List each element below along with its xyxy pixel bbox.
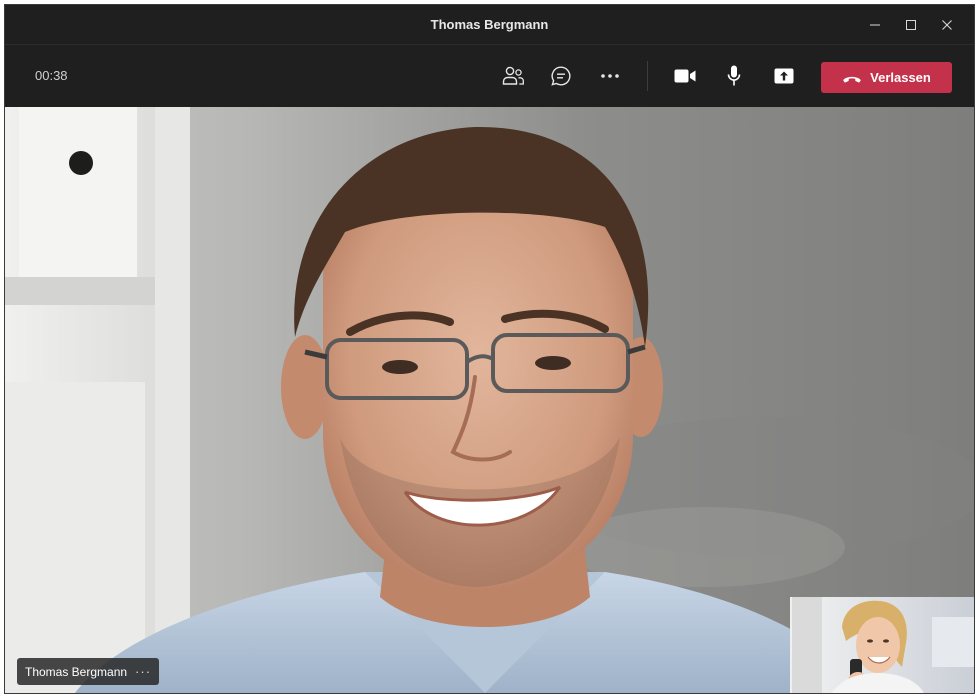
share-screen-icon bbox=[774, 68, 794, 84]
window-title: Thomas Bergmann bbox=[430, 17, 549, 32]
main-video-feed: Thomas Bergmann ··· bbox=[5, 107, 974, 693]
participant-name-tag: Thomas Bergmann ··· bbox=[17, 658, 160, 685]
close-button[interactable] bbox=[932, 11, 962, 39]
video-camera-icon bbox=[674, 69, 696, 83]
minimize-button[interactable] bbox=[860, 11, 890, 39]
people-icon bbox=[502, 66, 524, 85]
title-bar: Thomas Bergmann bbox=[5, 5, 974, 45]
leave-call-button[interactable]: Verlassen bbox=[821, 62, 952, 93]
maximize-button[interactable] bbox=[896, 11, 926, 39]
participant-name: Thomas Bergmann bbox=[25, 664, 128, 679]
microphone-toggle-button[interactable] bbox=[717, 60, 751, 92]
toolbar-divider bbox=[647, 61, 648, 91]
leave-call-label: Verlassen bbox=[870, 70, 931, 85]
call-toolbar: 00:38 Verlassen bbox=[5, 45, 974, 107]
chat-button[interactable] bbox=[544, 60, 578, 92]
chat-icon bbox=[551, 66, 571, 86]
minimize-icon bbox=[870, 24, 880, 26]
hang-up-icon bbox=[843, 76, 861, 83]
maximize-icon bbox=[906, 20, 916, 30]
call-timer: 00:38 bbox=[35, 68, 68, 83]
share-screen-button[interactable] bbox=[767, 60, 801, 92]
camera-toggle-button[interactable] bbox=[668, 60, 702, 92]
participants-button[interactable] bbox=[496, 60, 530, 92]
self-view-video[interactable] bbox=[790, 597, 974, 693]
teams-call-window: Thomas Bergmann 00:38 Verlassen Thomas B… bbox=[4, 4, 975, 694]
microphone-icon bbox=[727, 65, 741, 86]
participant-more-options-button[interactable]: ··· bbox=[135, 664, 151, 679]
more-options-button[interactable] bbox=[593, 60, 627, 92]
self-view-video-image bbox=[792, 597, 974, 693]
more-options-icon bbox=[601, 74, 619, 78]
close-icon bbox=[942, 20, 952, 30]
